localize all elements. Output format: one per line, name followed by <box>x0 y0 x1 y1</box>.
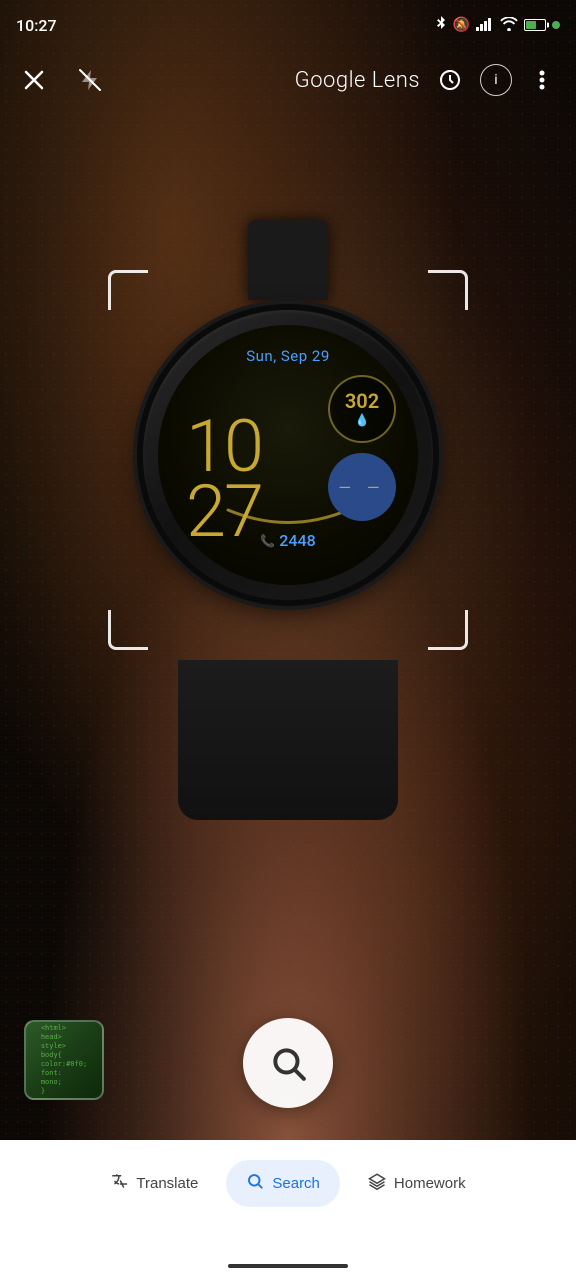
watch-date: Sun, Sep 29 <box>246 347 330 365</box>
watch-steps: 📞 2448 <box>260 531 315 550</box>
watch-face: var ticks = ''; for(var i=0;i<60;i++){ v… <box>158 325 418 585</box>
recent-image-thumbnail[interactable]: <html>head>style>body{color:#0f0;font:mo… <box>24 1020 104 1100</box>
watch-complication-water: 302 💧 <box>328 375 396 443</box>
flash-off-button[interactable] <box>72 62 108 98</box>
tab-search-label: Search <box>272 1175 320 1192</box>
wifi-icon <box>500 17 518 34</box>
watch-time: 10 27 <box>186 415 262 545</box>
info-button[interactable]: i <box>480 64 512 96</box>
close-button[interactable] <box>16 62 52 98</box>
watch-minute: 27 <box>186 480 262 545</box>
search-tab-icon <box>246 1172 264 1195</box>
status-time: 10:27 <box>16 16 57 35</box>
bluetooth-icon <box>435 16 447 35</box>
lens-search-button[interactable] <box>243 1018 333 1108</box>
translate-icon <box>110 1172 128 1195</box>
more-button[interactable] <box>524 62 560 98</box>
status-icons: 🔕 <box>435 16 560 35</box>
toolbar-left <box>16 62 108 98</box>
signal-icon <box>476 17 494 34</box>
toolbar-center: Google Lens i <box>295 62 560 98</box>
toolbar: Google Lens i <box>0 50 576 110</box>
bottom-bar: Translate Search Homework <box>0 1140 576 1280</box>
tab-homework-label: Homework <box>394 1175 466 1192</box>
bottom-tabs: Translate Search Homework <box>0 1140 576 1207</box>
tab-translate[interactable]: Translate <box>90 1160 218 1207</box>
watch-subject: var ticks = ''; for(var i=0;i<60;i++){ v… <box>128 280 448 700</box>
tab-homework[interactable]: Homework <box>348 1160 486 1207</box>
mute-icon: 🔕 <box>453 17 470 33</box>
watch-band-top <box>248 220 328 300</box>
homework-icon <box>368 1172 386 1195</box>
tab-translate-label: Translate <box>136 1175 198 1192</box>
battery-fill <box>526 21 536 29</box>
tab-search[interactable]: Search <box>226 1160 340 1207</box>
watch-complication-2: — — <box>328 453 396 521</box>
status-bar: 10:27 🔕 <box>0 0 576 50</box>
battery-box <box>524 19 546 31</box>
home-indicator <box>228 1264 348 1268</box>
active-indicator <box>552 21 560 29</box>
history-button[interactable] <box>432 62 468 98</box>
watch-case: var ticks = ''; for(var i=0;i<60;i++){ v… <box>143 310 433 600</box>
battery-indicator <box>524 19 546 31</box>
app-title: Google Lens <box>295 68 420 93</box>
thumbnail-preview: <html>head>style>body{color:#0f0;font:mo… <box>37 1020 91 1100</box>
watch-band-bottom <box>178 660 398 820</box>
